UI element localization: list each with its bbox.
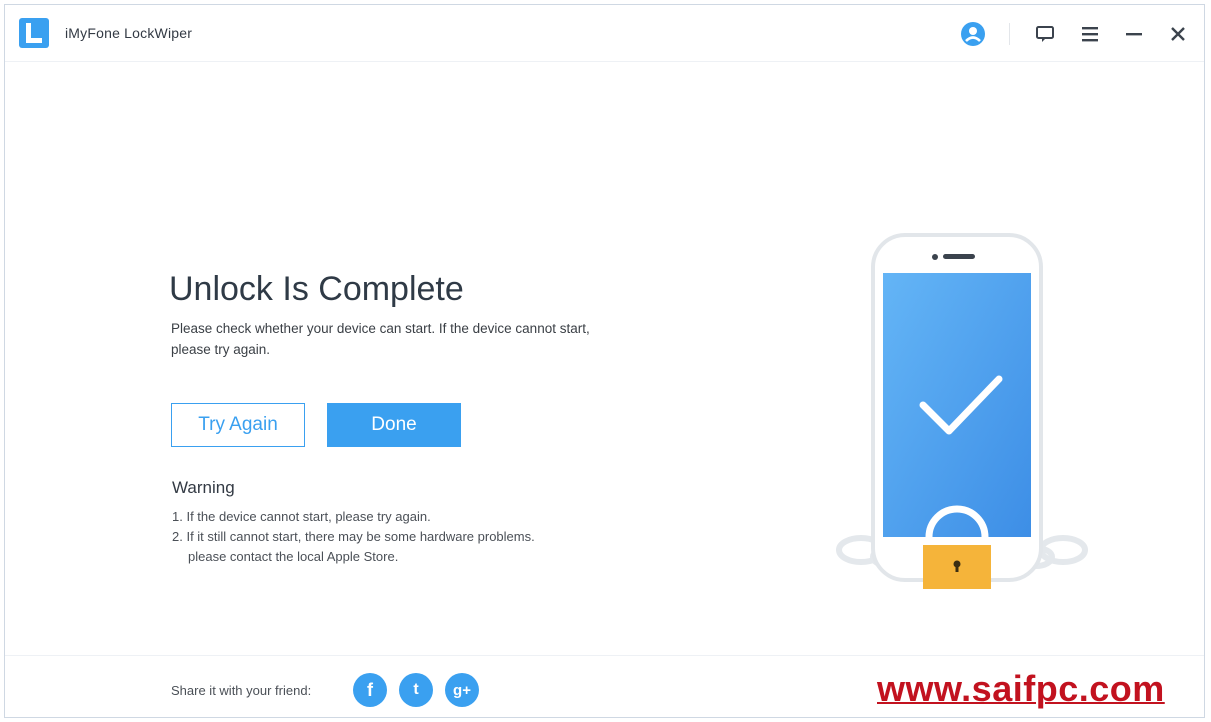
warning-item: 1. If the device cannot start, please tr… xyxy=(172,509,431,524)
footer: Share it with your friend: f t g+ www.sa… xyxy=(5,655,1204,717)
warning-item: please contact the local Apple Store. xyxy=(188,549,399,564)
warning-title: Warning xyxy=(172,478,235,497)
google-plus-icon[interactable]: g+ xyxy=(445,673,479,707)
title-bar-separator xyxy=(1009,23,1010,45)
account-icon[interactable] xyxy=(960,21,986,47)
warning-item: 2. If it still cannot start, there may b… xyxy=(172,529,535,544)
title-bar: iMyFone LockWiper xyxy=(5,5,1204,62)
watermark: www.saifpc.com xyxy=(877,668,1165,709)
page-title: Unlock Is Complete xyxy=(169,270,464,308)
feedback-icon[interactable] xyxy=(1032,21,1058,47)
twitter-icon[interactable]: t xyxy=(399,673,433,707)
app-logo-icon xyxy=(19,18,49,48)
try-again-button[interactable]: Try Again xyxy=(171,403,305,447)
status-description: Please check whether your device can sta… xyxy=(171,321,590,357)
warning-list: 1. If the device cannot start, please tr… xyxy=(172,507,642,567)
app-window: iMyFone LockWiper Unlock Is Complete Ple… xyxy=(4,4,1205,718)
facebook-icon[interactable]: f xyxy=(353,673,387,707)
menu-icon[interactable] xyxy=(1077,21,1103,47)
share-label: Share it with your friend: xyxy=(171,683,312,698)
done-button[interactable]: Done xyxy=(327,403,461,447)
unlocked-phone-illustration xyxy=(831,225,1091,595)
app-title: iMyFone LockWiper xyxy=(65,25,193,41)
close-icon[interactable] xyxy=(1165,21,1191,47)
phone-screen xyxy=(883,273,1031,537)
minimize-icon[interactable] xyxy=(1121,21,1147,47)
